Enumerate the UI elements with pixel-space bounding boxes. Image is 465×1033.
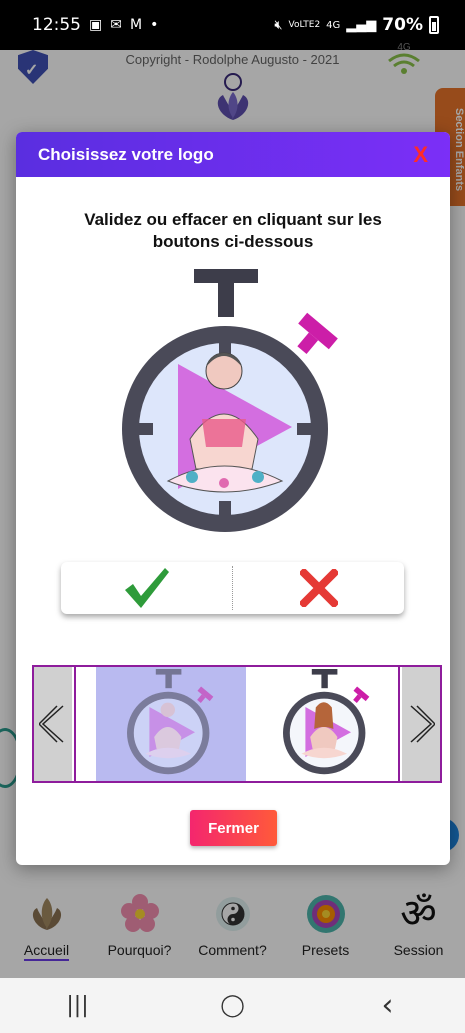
battery-percent: 70% — [382, 15, 423, 35]
logo-thumbnail-1-icon — [127, 669, 214, 775]
network-label: 4G — [326, 19, 341, 31]
logo-carousel — [32, 665, 442, 783]
chevron-right-icon — [410, 705, 435, 743]
logo-option-1[interactable] — [96, 667, 246, 781]
checkmark-icon — [124, 568, 169, 608]
gmail-icon: M — [129, 17, 143, 33]
home-button[interactable]: ◯ — [203, 993, 263, 1018]
volte-label: VoLTE2 — [288, 20, 321, 30]
fermer-button[interactable]: Fermer — [190, 810, 277, 846]
recents-button[interactable]: ||| — [48, 993, 108, 1018]
signal-icon: ▂▄▆ — [346, 17, 377, 33]
carousel-prev-button[interactable] — [34, 667, 72, 781]
logo-picker-dialog: Choisissez votre logo X Validez ou effac… — [16, 132, 450, 865]
mail-icon: ✉ — [110, 17, 122, 33]
dialog-title: Choisissez votre logo — [38, 144, 214, 164]
mute-icon: 🔇︎ — [274, 17, 283, 33]
gallery-icon: ▣ — [89, 17, 103, 33]
system-nav-bar: ||| ◯ ‹ — [0, 978, 465, 1033]
cross-icon — [299, 569, 338, 607]
reject-button[interactable] — [233, 562, 404, 614]
accept-button[interactable] — [61, 562, 232, 614]
choice-row — [61, 562, 404, 614]
dialog-instruction: Validez ou effacer en cliquant sur les b… — [84, 210, 382, 251]
logo-option-2[interactable] — [252, 667, 402, 781]
status-time: 12:55 — [32, 15, 81, 35]
dialog-header: Choisissez votre logo X — [16, 132, 450, 177]
dialog-close-button[interactable]: X — [413, 142, 428, 168]
battery-icon — [429, 16, 439, 34]
carousel-next-button[interactable] — [402, 667, 440, 781]
selected-logo-preview-icon — [122, 269, 338, 532]
chevron-left-icon — [39, 705, 64, 743]
logo-thumbnail-2-icon — [283, 669, 370, 775]
back-button[interactable]: ‹ — [358, 988, 418, 1023]
dot-icon: • — [150, 17, 159, 33]
carousel-strip — [74, 667, 400, 781]
